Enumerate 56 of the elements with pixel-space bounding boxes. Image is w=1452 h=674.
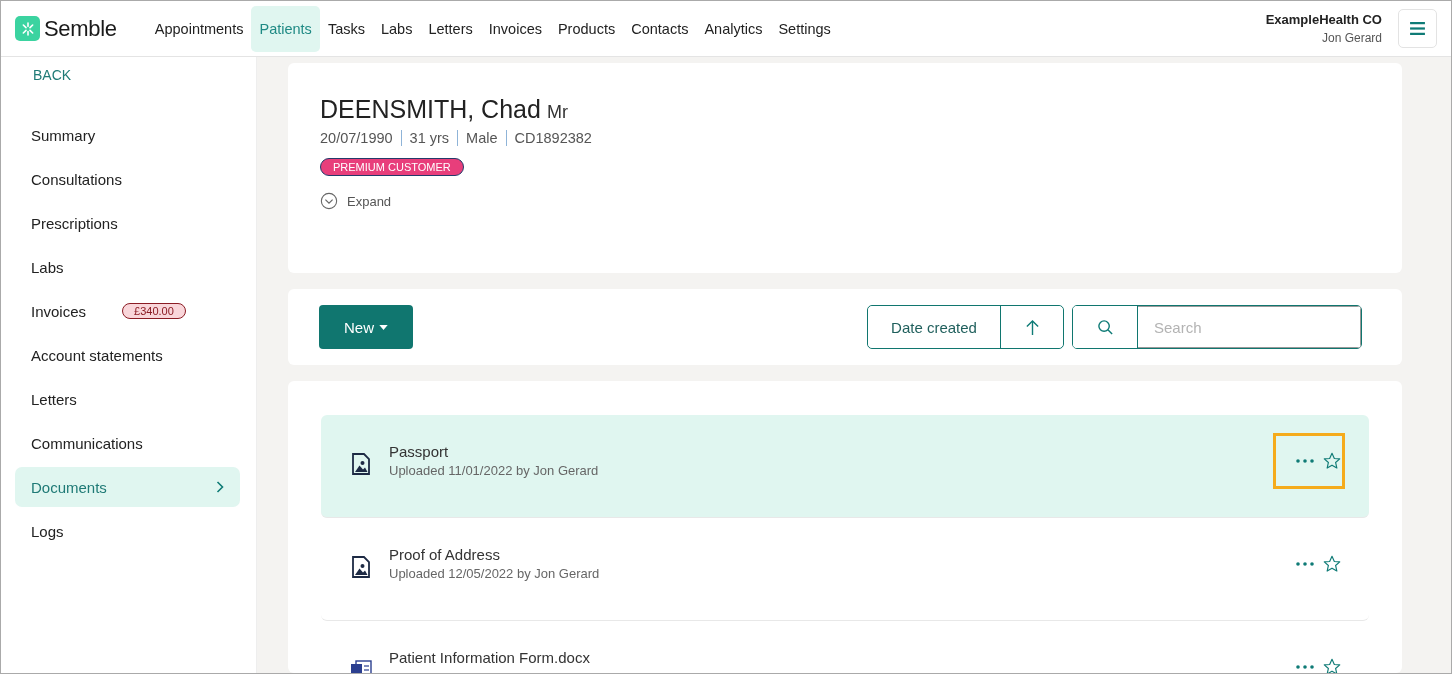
patient-detail: 20/07/1990 [320, 130, 393, 146]
patient-detail: Male [466, 130, 498, 146]
sort-button[interactable]: Date created [868, 306, 1001, 348]
nav-tab[interactable]: Appointments [146, 5, 252, 52]
nav-tab[interactable]: Contacts [623, 5, 697, 52]
sidebar-item[interactable]: Communications [15, 423, 240, 463]
user-name: Jon Gerard [1321, 31, 1382, 45]
search-field[interactable]: Search [1138, 306, 1361, 348]
upload-info: Uploaded 11/01/2022 by Jon Gerard [389, 463, 599, 478]
organization-name: ExampleHealth CO [1265, 12, 1382, 27]
search-button[interactable] [1073, 306, 1138, 348]
new-button[interactable]: New [319, 305, 413, 349]
customer-tag: PREMIUM CUSTOMER [320, 158, 464, 176]
sidebar-item[interactable]: Prescriptions [15, 203, 240, 243]
brand-name: Semble [44, 15, 117, 42]
patient-name: DEENSMITH, Chad [320, 95, 541, 124]
nav-tab[interactable]: Analytics [696, 5, 771, 52]
sidebar-item[interactable]: Consultations [15, 159, 240, 199]
nav-tab[interactable]: Tasks [319, 5, 373, 52]
nav-tab[interactable]: Products [549, 5, 624, 52]
star-icon[interactable] [1323, 658, 1341, 673]
sidebar-item[interactable]: Logs [15, 511, 240, 551]
sidebar-item[interactable]: Invoices £340.00 [15, 291, 240, 331]
star-icon[interactable] [1323, 452, 1341, 470]
search-icon [1096, 318, 1114, 336]
nav-tab[interactable]: Invoices [480, 5, 550, 52]
nav-tab[interactable]: Letters [420, 5, 481, 52]
sidebar-item[interactable]: Account statements [15, 335, 240, 375]
menu-icon [1410, 22, 1425, 35]
upload-info: Uploaded 12/05/2022 by Jon Gerard [389, 566, 600, 581]
star-icon[interactable] [1323, 555, 1341, 573]
image-file-icon [350, 556, 372, 578]
caret-icon [379, 324, 388, 330]
up-arrow-icon [1024, 318, 1040, 336]
menu-button[interactable] [1398, 9, 1437, 48]
back-link[interactable]: BACK [15, 57, 240, 105]
sidebar-item[interactable]: Labs [15, 247, 240, 287]
document-name: Proof of Address [389, 546, 501, 563]
nav-tab[interactable]: Patients [251, 5, 320, 52]
patient-title: Mr [546, 102, 568, 123]
chevron-right-icon [216, 481, 224, 493]
document-name: Passport [389, 443, 450, 460]
patient-detail: CD1892382 [514, 130, 592, 146]
nav-tab[interactable]: Settings [770, 5, 839, 52]
amount-badge: £340.00 [122, 303, 186, 319]
image-file-icon [350, 453, 372, 475]
patient-detail: 31 yrs [409, 130, 450, 146]
document-row[interactable]: Passport Uploaded 11/01/2022 by Jon Gerard [321, 415, 1369, 518]
sidebar-item[interactable]: Documents [15, 467, 240, 507]
document-name: Patient Information Form.docx [389, 649, 590, 666]
nav-tab[interactable]: Labs [372, 5, 421, 52]
logo-icon [15, 16, 40, 41]
sidebar-item[interactable]: Summary [15, 115, 240, 155]
expand-button[interactable]: Expand [320, 192, 392, 210]
chevron-down-circle-icon [320, 192, 338, 210]
sidebar-item[interactable]: Letters [15, 379, 240, 419]
